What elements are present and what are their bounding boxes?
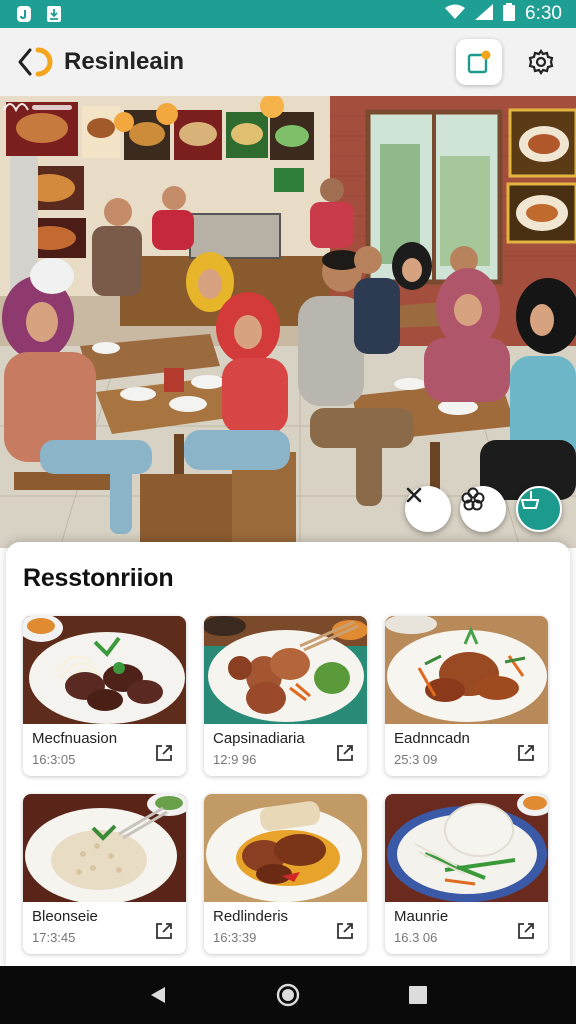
food-card[interactable]: Capsinadiaria 12:9 96 <box>204 616 367 776</box>
close-icon <box>406 487 422 503</box>
food-image <box>385 616 548 724</box>
basket-icon <box>520 491 540 509</box>
settings-button[interactable] <box>518 39 564 85</box>
back-button[interactable] <box>12 38 60 86</box>
food-card-name: Bleonseie <box>32 908 98 925</box>
app-bar: Resinleain <box>0 28 576 96</box>
external-share-icon[interactable] <box>153 920 175 942</box>
flower-icon <box>461 487 485 511</box>
watermark-logo <box>3 103 72 113</box>
food-image <box>204 616 367 724</box>
food-card-time: 12:9 96 <box>213 752 257 767</box>
flower-button[interactable] <box>460 486 506 532</box>
food-card-time: 16.3 06 <box>394 930 438 945</box>
food-card[interactable]: Maunrie 16.3 06 <box>385 794 548 954</box>
external-share-icon[interactable] <box>334 742 356 764</box>
nav-back-button[interactable] <box>143 980 173 1010</box>
close-button[interactable] <box>405 486 451 532</box>
food-card-name: Redlinderis <box>213 908 289 925</box>
sheet-title: Resstonriion <box>23 564 174 592</box>
back-arrow-icon <box>18 47 53 77</box>
note-edit-button[interactable] <box>456 39 502 85</box>
food-card[interactable]: Mecfnuasion 16:3:05 <box>23 616 186 776</box>
download-icon <box>46 5 62 23</box>
back-triangle-icon <box>151 987 165 1003</box>
food-card[interactable]: Redlinderis 16:3:39 <box>204 794 367 954</box>
battery-icon <box>503 2 516 26</box>
external-share-icon[interactable] <box>515 920 537 942</box>
food-card-time: 16:3:05 <box>32 752 76 767</box>
food-card-time: 25:3 09 <box>394 752 438 767</box>
food-card-name: Eadnncadn <box>394 730 470 747</box>
food-card-time: 16:3:39 <box>213 930 257 945</box>
note-edit-icon <box>467 50 491 74</box>
home-circle-icon <box>276 983 300 1007</box>
restaurant-scene-image <box>0 96 576 548</box>
system-nav-bar <box>0 966 576 1024</box>
restaurant-photo <box>0 96 576 548</box>
basket-button[interactable] <box>516 486 562 532</box>
signal-icon <box>475 3 494 25</box>
status-time: 6:30 <box>525 3 562 24</box>
external-share-icon[interactable] <box>515 742 537 764</box>
nav-home-button[interactable] <box>273 980 303 1010</box>
food-card-name: Capsinadiaria <box>213 730 305 747</box>
food-card[interactable]: Eadnncadn 25:3 09 <box>385 616 548 776</box>
status-bar: 6:30 <box>0 0 576 28</box>
gear-icon <box>528 49 554 75</box>
recents-square-icon <box>409 986 427 1004</box>
external-share-icon[interactable] <box>153 742 175 764</box>
food-image <box>23 794 186 902</box>
food-card-name: Mecfnuasion <box>32 730 118 747</box>
food-image <box>23 616 186 724</box>
food-card-name: Maunrie <box>394 908 449 925</box>
app-title: Resinleain <box>64 48 185 75</box>
food-card[interactable]: Bleonseie 17:3:45 <box>23 794 186 954</box>
food-image <box>385 794 548 902</box>
notification-j-icon <box>16 5 32 23</box>
restaurant-sheet: Resstonriion Mecfnuasion 16:3:05 Capsina… <box>6 542 570 970</box>
external-share-icon[interactable] <box>334 920 356 942</box>
wifi-icon <box>445 4 466 25</box>
food-card-time: 17:3:45 <box>32 930 76 945</box>
food-image <box>204 794 367 902</box>
nav-recents-button[interactable] <box>403 980 433 1010</box>
